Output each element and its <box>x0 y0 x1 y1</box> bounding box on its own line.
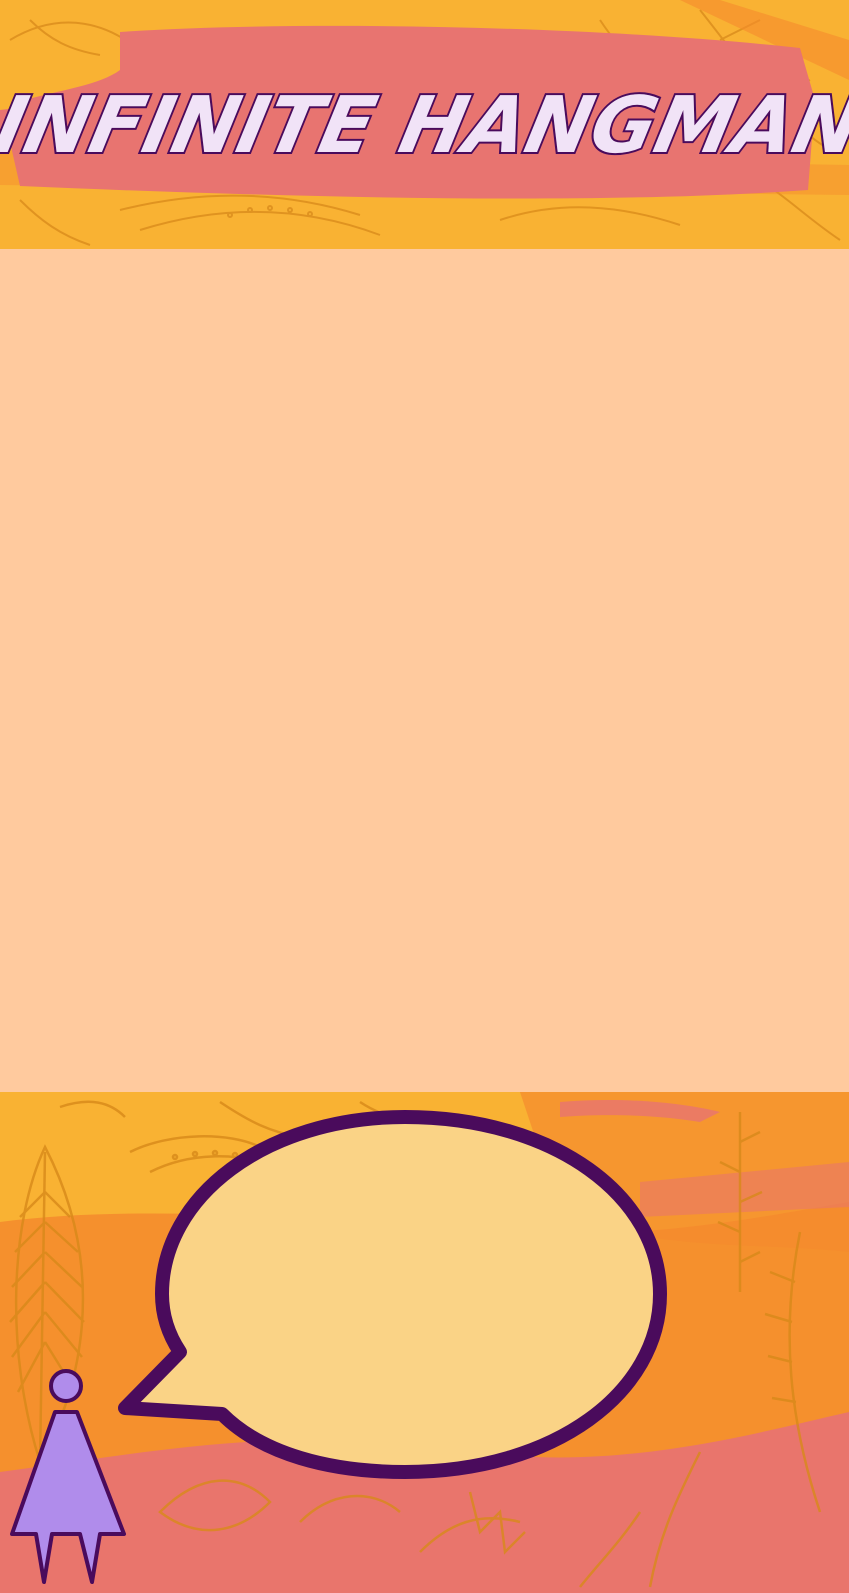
figure-head <box>49 1369 83 1403</box>
footer-area <box>0 1092 849 1593</box>
play-area <box>0 249 849 1092</box>
footer-background <box>0 1092 849 1593</box>
header-banner: INFINITE HANGMAN <box>0 0 849 249</box>
app-title: INFINITE HANGMAN <box>0 80 849 171</box>
title-overlay: INFINITE HANGMAN <box>0 78 849 173</box>
